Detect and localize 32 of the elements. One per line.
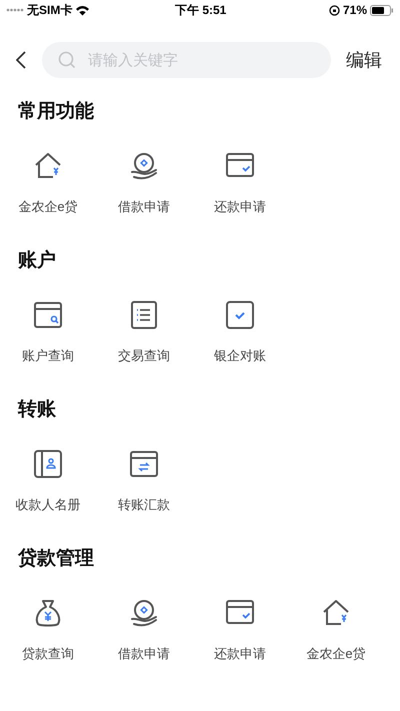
function-label[interactable]: 金农企e贷 — [306, 645, 366, 663]
hand-coin-icon[interactable] — [128, 597, 160, 629]
function-label[interactable]: 账户查询 — [22, 347, 74, 365]
section-title: 常用功能 — [17, 100, 95, 124]
status-time: 下午 5:51 — [175, 2, 226, 19]
wifi-icon — [75, 4, 90, 16]
section-title: 贷款管理 — [16, 546, 95, 571]
function-label[interactable]: 银企对账 — [214, 347, 266, 365]
function-label[interactable]: 贷款查询 — [22, 645, 74, 663]
contact-book-icon[interactable] — [32, 448, 64, 480]
section-title: 转账 — [16, 398, 57, 422]
edit-button[interactable]: 编辑 — [346, 46, 382, 74]
hand-coin-icon[interactable] — [128, 150, 160, 182]
checkbox-icon[interactable] — [224, 299, 256, 331]
list-icon[interactable] — [128, 299, 160, 331]
card-transfer-icon[interactable] — [128, 448, 160, 480]
function-label[interactable]: 借款申请 — [118, 645, 170, 663]
search-icon — [58, 51, 76, 69]
carrier-text: 无SIM卡 — [27, 2, 72, 19]
card-search-icon[interactable] — [32, 299, 64, 331]
function-label[interactable]: 借款申请 — [118, 198, 170, 216]
function-label[interactable]: 金农企e贷 — [18, 198, 78, 216]
function-label[interactable]: 还款申请 — [214, 645, 266, 663]
orientation-lock-icon — [328, 4, 340, 16]
battery-percent: 71% — [342, 2, 367, 19]
section-title: 账户 — [17, 248, 57, 273]
function-label[interactable]: 转账汇款 — [118, 496, 170, 514]
function-label[interactable]: 还款申请 — [214, 198, 266, 216]
function-label[interactable]: 交易查询 — [118, 347, 170, 365]
battery-icon — [370, 4, 394, 16]
function-label[interactable]: 收款人名册 — [16, 496, 80, 514]
signal-icon — [6, 8, 24, 12]
